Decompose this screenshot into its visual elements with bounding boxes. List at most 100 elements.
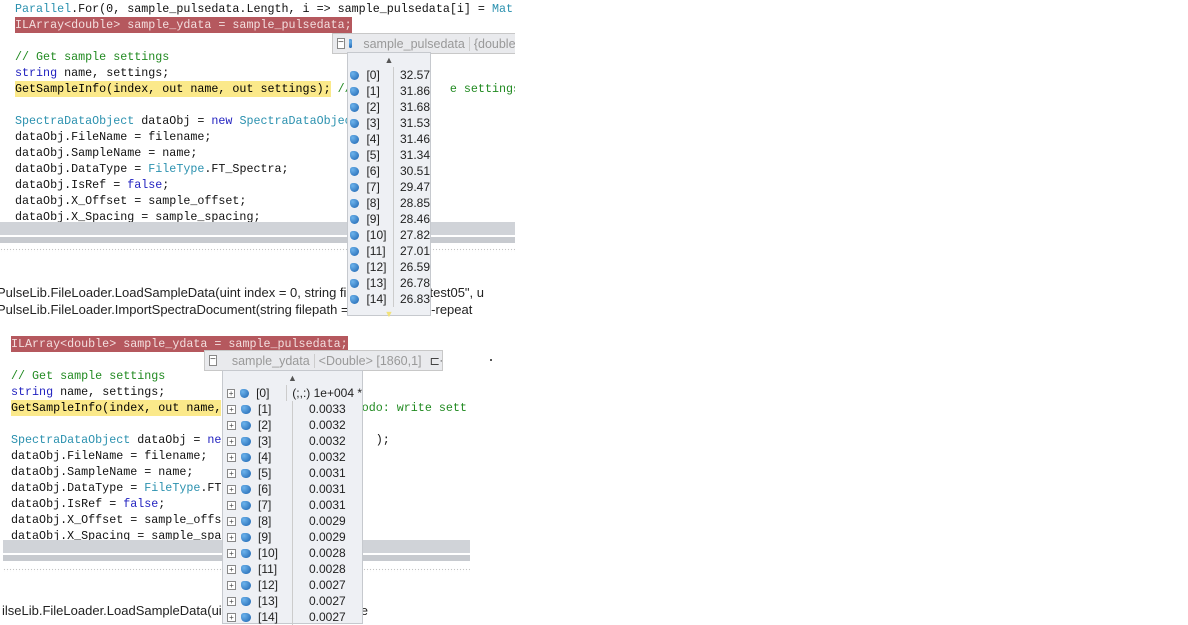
code-line[interactable] [15, 97, 515, 113]
datatip-item[interactable]: [8] 28.85 [348, 195, 430, 211]
code-line[interactable]: ILArray<double> sample_ydata = sample_pu… [15, 17, 515, 33]
panel-divider[interactable] [0, 237, 515, 243]
expand-icon[interactable]: + [227, 404, 236, 414]
variable-icon [241, 436, 251, 446]
code-token: dataObj.DataType = [15, 162, 149, 176]
expand-icon[interactable]: + [227, 596, 236, 606]
variable-icon [350, 262, 360, 272]
expand-icon[interactable]: + [227, 468, 236, 478]
datatip-list[interactable]: ▲ + [0] (;,:) 1e+004 * + [1] 0.0033 + [2] 0.0032… [222, 370, 363, 625]
datatip-item[interactable]: + [3] 0.0032 [223, 433, 362, 449]
code-token: SpectraDataObject [11, 433, 131, 447]
item-index: [2] [258, 418, 272, 432]
datatip-item[interactable]: [12] 26.59 [348, 259, 430, 275]
datatip-item[interactable]: + [9] 0.0029 [223, 529, 362, 545]
datatip-item[interactable]: + [11] 0.0028 [223, 561, 362, 577]
datatip-item[interactable]: + [10] 0.0028 [223, 545, 362, 561]
code-line[interactable]: GetSampleInfo(index, out name, out setti… [15, 81, 515, 97]
datatip-item[interactable]: + [1] 0.0033 [223, 401, 362, 417]
expand-icon[interactable]: + [227, 564, 236, 574]
datatip-item[interactable]: [14] 26.83 [348, 291, 430, 307]
variable-icon [241, 468, 251, 478]
expand-icon[interactable]: + [227, 484, 236, 494]
expand-icon[interactable]: + [227, 532, 236, 542]
code-token: .FT_Spectra; [204, 162, 289, 176]
expand-icon[interactable]: + [227, 420, 236, 430]
collapse-icon[interactable]: − [209, 355, 217, 366]
expand-icon[interactable]: + [227, 452, 236, 462]
variable-icon [350, 118, 360, 128]
item-value: (;,:) 1e+004 * [286, 385, 362, 401]
item-index: [10] [366, 228, 387, 242]
item-value: 31.34 [392, 147, 430, 163]
variable-icon [350, 294, 360, 304]
item-value: 29.47 [392, 179, 430, 195]
code-token: SpectraDataObject [15, 114, 135, 128]
expand-icon[interactable]: + [227, 388, 236, 398]
code-line[interactable]: dataObj.DataType = FileType .FT_Spectra; [15, 161, 515, 177]
item-value: 0.0031 [292, 481, 346, 497]
datatip-item[interactable]: + [8] 0.0029 [223, 513, 362, 529]
datatip-item[interactable]: [4] 31.46 [348, 131, 430, 147]
code-token: dataObj.X_Offset = sample_offs [11, 513, 222, 527]
datatip-item[interactable]: [10] 27.82 [348, 227, 430, 243]
datatip-item[interactable]: [2] 31.68 [348, 99, 430, 115]
variable-icon [241, 612, 251, 622]
variable-icon [241, 532, 251, 542]
expand-icon[interactable]: + [227, 436, 236, 446]
splitter-grip[interactable] [0, 248, 515, 252]
datatip-item[interactable]: + [7] 0.0031 [223, 497, 362, 513]
expand-icon[interactable]: + [227, 500, 236, 510]
datatip-item[interactable]: [0] 32.57 [348, 67, 430, 83]
datatip-item[interactable]: + [13] 0.0027 [223, 593, 362, 609]
datatip-item[interactable]: [13] 26.78 [348, 275, 430, 291]
datatip-item[interactable]: + [2] 0.0032 [223, 417, 362, 433]
datatip-item[interactable]: [5] 31.34 [348, 147, 430, 163]
item-value: 0.0028 [292, 561, 346, 577]
datatip-item[interactable]: + [12] 0.0027 [223, 577, 362, 593]
variable-icon [350, 214, 360, 224]
item-value: 0.0032 [292, 433, 346, 449]
item-value: 0.0029 [292, 529, 346, 545]
expand-icon[interactable]: + [227, 516, 236, 526]
scroll-up-icon[interactable]: ▲ [223, 371, 362, 385]
item-value: 28.85 [392, 195, 430, 211]
pin-icon[interactable]: ⊏+ [426, 353, 442, 368]
scroll-up-icon[interactable]: ▲ [348, 53, 430, 67]
code-token: GetSampleInfo(index, out name, out setti… [15, 81, 331, 97]
datatip-item[interactable]: + [5] 0.0031 [223, 465, 362, 481]
datatip-type: <Double> [1860,1] [313, 353, 426, 368]
datatip-item[interactable]: + [6] 0.0031 [223, 481, 362, 497]
code-token: dataObj.FileName = filename; [15, 130, 212, 144]
datatip-item[interactable]: [11] 27.01 [348, 243, 430, 259]
datatip-item[interactable]: [3] 31.53 [348, 115, 430, 131]
item-index: [14] [258, 610, 279, 624]
code-line[interactable]: dataObj.SampleName = name; [15, 145, 515, 161]
item-index: [0] [366, 68, 380, 82]
code-line[interactable]: dataObj.X_Offset = sample_offset; [15, 193, 515, 209]
datatip-header[interactable]: − sample_ydata <Double> [1860,1] ⊏+ [204, 350, 443, 371]
expand-icon[interactable]: + [227, 548, 236, 558]
code-line[interactable]: SpectraDataObject dataObj = new SpectraD… [15, 113, 515, 129]
datatip-list[interactable]: ▲ [0] 32.57 [1] 31.86 [2] 31.68 [3] 31.53 [4] 31.… [347, 52, 431, 319]
expand-icon[interactable]: + [227, 612, 236, 622]
code-token: dataObj.DataType = [11, 481, 145, 495]
datatip-header[interactable]: − sample_pulsedata {double[ [332, 33, 515, 54]
datatip-item[interactable]: [9] 28.46 [348, 211, 430, 227]
datatip-item[interactable]: [7] 29.47 [348, 179, 430, 195]
datatip-item[interactable]: + [0] (;,:) 1e+004 * [223, 385, 362, 401]
scroll-down-icon[interactable]: ▼ [348, 307, 430, 321]
datatip-item[interactable]: [6] 30.51 [348, 163, 430, 179]
code-line[interactable]: dataObj.FileName = filename; [15, 129, 515, 145]
code-line[interactable]: string name, settings; [15, 65, 515, 81]
horizontal-scrollbar[interactable] [0, 222, 515, 235]
code-line[interactable]: dataObj.IsRef = false; [15, 177, 515, 193]
collapse-icon[interactable]: − [337, 38, 345, 49]
item-index: [13] [258, 594, 279, 608]
datatip-item[interactable]: + [14] 0.0027 [223, 609, 362, 625]
datatip-item[interactable]: + [4] 0.0032 [223, 449, 362, 465]
stray-dot [490, 359, 492, 361]
datatip-item[interactable]: [1] 31.86 [348, 83, 430, 99]
code-line[interactable]: Parallel .For(0, sample_pulsedata.Length,… [15, 1, 515, 17]
expand-icon[interactable]: + [227, 580, 236, 590]
